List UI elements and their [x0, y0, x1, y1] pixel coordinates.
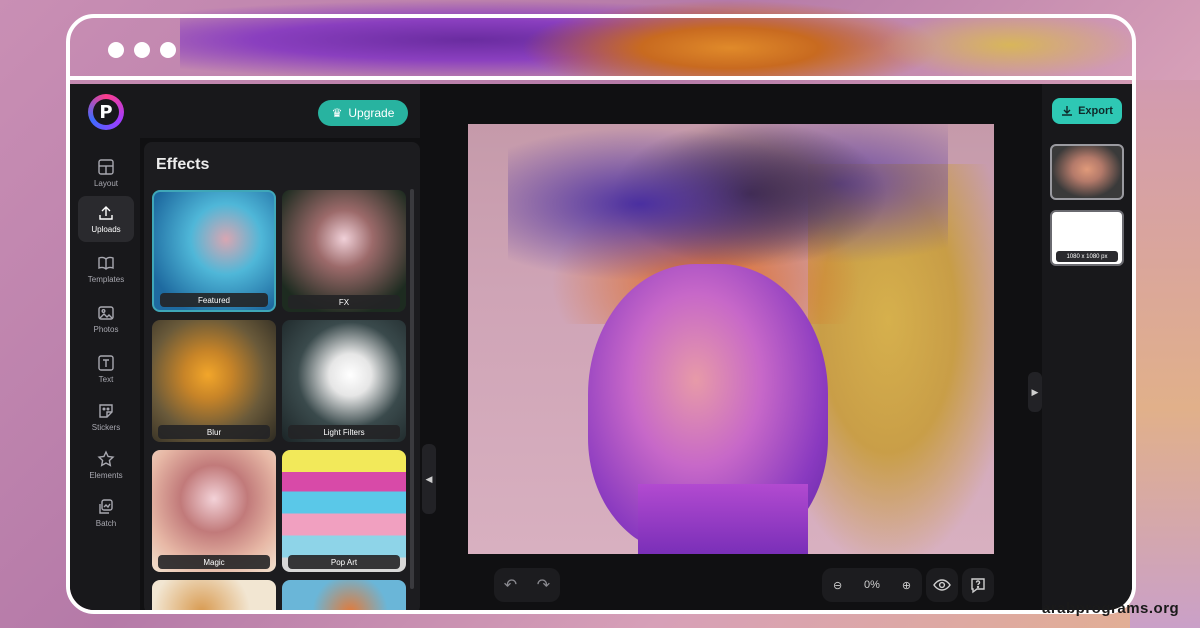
export-label: Export: [1078, 105, 1113, 117]
effect-tile-blur[interactable]: Blur: [152, 320, 276, 442]
rail-label: Layout: [93, 179, 119, 188]
page-thumbnail[interactable]: [1050, 144, 1124, 200]
collapse-right-button[interactable]: ▶: [1028, 372, 1042, 412]
effect-tile-partial[interactable]: [282, 580, 406, 610]
export-button[interactable]: Export: [1052, 98, 1122, 124]
collapse-panel-button[interactable]: ◀: [422, 444, 436, 514]
preview-button[interactable]: [926, 568, 958, 602]
window-dot: [160, 42, 176, 58]
text-icon: [98, 355, 114, 371]
chevron-right-icon: ▶: [1031, 386, 1039, 397]
eye-icon: [933, 579, 951, 591]
effect-tile-magic[interactable]: Magic: [152, 450, 276, 572]
effect-tile-light-filters[interactable]: Light Filters: [282, 320, 406, 442]
zoom-value: 0%: [864, 579, 880, 591]
logo-letter: P: [93, 99, 119, 125]
zoom-controls: ⊖ 0% ⊕: [822, 568, 922, 602]
zoom-out-icon[interactable]: ⊖: [833, 579, 842, 592]
effect-tile-fx[interactable]: FX: [282, 190, 406, 312]
effect-tile-featured[interactable]: Featured: [152, 190, 276, 312]
redo-icon[interactable]: ↷: [537, 575, 550, 595]
rail-label: Batch: [95, 519, 117, 528]
upgrade-button[interactable]: ♛ Upgrade: [318, 100, 408, 126]
effect-tile-pop-art[interactable]: Pop Art: [282, 450, 406, 572]
effect-label: Pop Art: [288, 555, 400, 569]
undo-redo-group: ↶ ↷: [494, 568, 560, 602]
rail-label: Text: [98, 375, 114, 384]
editor-app: P Layout Uploads Templates Photos Text S…: [70, 84, 1132, 610]
star-icon: [97, 450, 115, 467]
canvas-image[interactable]: [468, 124, 994, 554]
undo-icon[interactable]: ↶: [504, 575, 517, 595]
rail-label: Stickers: [91, 423, 121, 432]
batch-icon: [99, 499, 113, 514]
layout-icon: [98, 159, 114, 175]
page-thumbnail-blank[interactable]: 1080 x 1080 px: [1050, 210, 1124, 266]
rail-item-layout[interactable]: Layout: [78, 150, 134, 196]
rail-label: Photos: [93, 325, 119, 334]
help-button[interactable]: [962, 568, 994, 602]
effect-label: FX: [288, 295, 400, 309]
rail-label: Templates: [87, 275, 125, 284]
window-dot: [134, 42, 150, 58]
promo-background: P Layout Uploads Templates Photos Text S…: [0, 0, 1200, 628]
window-dots: [108, 42, 176, 58]
picsart-logo[interactable]: P: [88, 94, 124, 130]
effects-panel: Effects Featured FX Blur Light Filters M…: [144, 142, 420, 610]
upgrade-label: Upgrade: [348, 106, 395, 120]
page-size-label: 1080 x 1080 px: [1056, 251, 1118, 262]
window-titlebar: [70, 18, 1132, 80]
zoom-in-icon[interactable]: ⊕: [902, 579, 911, 592]
panel-title: Effects: [156, 156, 210, 173]
help-icon: [971, 578, 985, 594]
rail-item-text[interactable]: Text: [78, 346, 134, 392]
top-bar: ♛ Upgrade: [140, 84, 420, 138]
rail-item-templates[interactable]: Templates: [78, 246, 134, 292]
panel-scrollbar[interactable]: [410, 189, 414, 589]
portrait-neck: [638, 484, 808, 554]
sticker-icon: [99, 404, 113, 418]
image-icon: [98, 306, 114, 320]
effect-tile-partial[interactable]: [152, 580, 276, 610]
rail-item-stickers[interactable]: Stickers: [78, 394, 134, 440]
rail-item-uploads[interactable]: Uploads: [78, 196, 134, 242]
background-right-strip: [1130, 80, 1200, 628]
effect-label: Light Filters: [288, 425, 400, 439]
crown-icon: ♛: [331, 106, 343, 120]
watermark-text: arabprograms.org: [1042, 600, 1180, 617]
effect-label: Magic: [158, 555, 270, 569]
effect-label: Blur: [158, 425, 270, 439]
chevron-left-icon: ◀: [425, 473, 433, 484]
download-icon: [1062, 106, 1073, 116]
rail-item-batch[interactable]: Batch: [78, 490, 134, 536]
left-rail: P Layout Uploads Templates Photos Text S…: [70, 84, 140, 610]
rail-label: Uploads: [91, 225, 121, 234]
rail-item-photos[interactable]: Photos: [78, 296, 134, 342]
book-icon: [98, 256, 114, 270]
upload-icon: [99, 206, 113, 220]
rail-item-elements[interactable]: Elements: [78, 442, 134, 488]
canvas-area[interactable]: [468, 124, 994, 556]
effect-label: Featured: [160, 293, 268, 307]
rail-label: Elements: [89, 471, 123, 480]
window-dot: [108, 42, 124, 58]
browser-window-mockup: P Layout Uploads Templates Photos Text S…: [66, 14, 1136, 614]
